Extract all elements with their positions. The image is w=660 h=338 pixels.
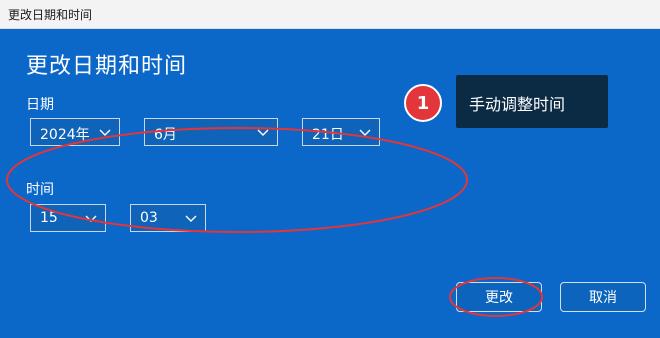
chevron-down-icon bbox=[185, 215, 197, 222]
chevron-down-icon bbox=[99, 129, 111, 136]
dialog-heading: 更改日期和时间 bbox=[26, 54, 188, 79]
chevron-down-icon bbox=[85, 215, 97, 222]
chevron-down-icon bbox=[359, 129, 371, 136]
day-value: 21日 bbox=[312, 127, 344, 143]
chevron-down-icon bbox=[257, 129, 269, 136]
month-value: 6月 bbox=[154, 127, 177, 143]
hour-value: 15 bbox=[40, 210, 58, 226]
year-value: 2024年 bbox=[40, 127, 90, 143]
cancel-button[interactable]: 取消 bbox=[560, 282, 646, 312]
minute-value: 03 bbox=[140, 210, 158, 226]
step-badge: 1 bbox=[404, 84, 442, 122]
year-select[interactable]: 2024年 bbox=[30, 118, 120, 146]
title-bar: 更改日期和时间 bbox=[0, 0, 660, 29]
window-title: 更改日期和时间 bbox=[8, 8, 93, 22]
minute-select[interactable]: 03 bbox=[130, 204, 206, 232]
change-date-time-window: 更改日期和时间 更改日期和时间 日期 2024年 6月 21日 时间 15 03 bbox=[0, 0, 660, 338]
change-button[interactable]: 更改 bbox=[456, 282, 542, 312]
month-select[interactable]: 6月 bbox=[144, 118, 278, 146]
day-select[interactable]: 21日 bbox=[302, 118, 380, 146]
date-label: 日期 bbox=[26, 97, 54, 113]
time-label: 时间 bbox=[26, 182, 54, 198]
callout-box: 手动调整时间 bbox=[456, 75, 608, 128]
hour-select[interactable]: 15 bbox=[30, 204, 106, 232]
callout-text: 手动调整时间 bbox=[469, 95, 566, 114]
